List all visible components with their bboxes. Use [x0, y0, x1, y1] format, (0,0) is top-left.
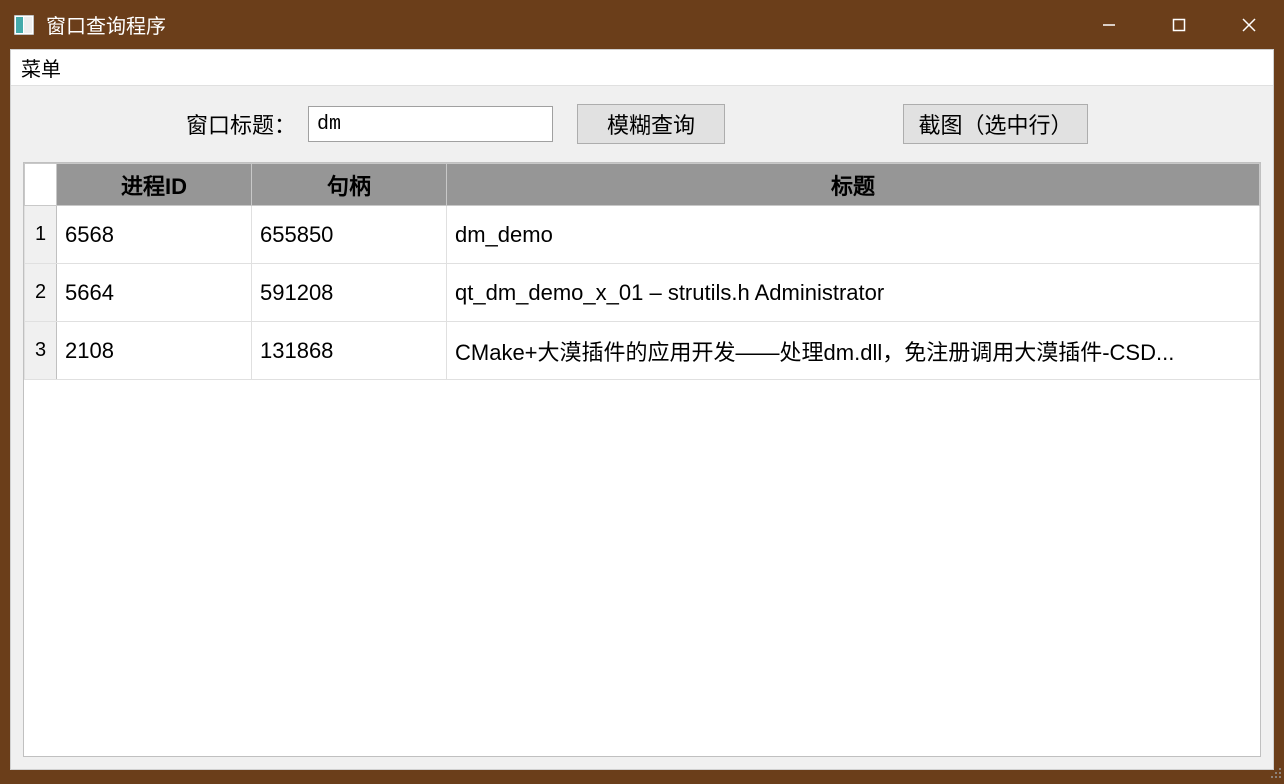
table-corner-cell — [25, 164, 57, 206]
results-table-container: 进程ID 句柄 标题 1 6568 655850 dm_demo 2 5664 … — [23, 162, 1261, 757]
cell-handle[interactable]: 131868 — [252, 322, 447, 380]
screenshot-button[interactable]: 截图（选中行） — [903, 104, 1088, 144]
toolbar: 窗口标题： 模糊查询 截图（选中行） — [11, 86, 1273, 162]
close-icon — [1241, 17, 1257, 33]
window-title: 窗口查询程序 — [46, 10, 1074, 39]
table-row[interactable]: 3 2108 131868 CMake+大漠插件的应用开发——处理dm.dll，… — [25, 322, 1260, 380]
row-number: 3 — [25, 322, 57, 380]
window-body: 菜单 窗口标题： 模糊查询 截图（选中行） 进程ID 句柄 标题 — [10, 49, 1274, 770]
maximize-button[interactable] — [1144, 0, 1214, 49]
row-number: 2 — [25, 264, 57, 322]
close-button[interactable] — [1214, 0, 1284, 49]
cell-pid[interactable]: 5664 — [57, 264, 252, 322]
cell-title[interactable]: dm_demo — [447, 206, 1260, 264]
table-row[interactable]: 1 6568 655850 dm_demo — [25, 206, 1260, 264]
maximize-icon — [1172, 18, 1186, 32]
cell-title[interactable]: qt_dm_demo_x_01 – strutils.h Administrat… — [447, 264, 1260, 322]
menu-item-menu[interactable]: 菜单 — [11, 47, 71, 88]
app-icon — [12, 13, 36, 37]
menubar: 菜单 — [11, 50, 1273, 86]
window-controls — [1074, 0, 1284, 49]
table-header-handle[interactable]: 句柄 — [252, 164, 447, 206]
cell-pid[interactable]: 6568 — [57, 206, 252, 264]
resize-grip-icon[interactable] — [1270, 766, 1282, 778]
table-header-row: 进程ID 句柄 标题 — [25, 164, 1260, 206]
minimize-icon — [1102, 18, 1116, 32]
table-header-title[interactable]: 标题 — [447, 164, 1260, 206]
results-table: 进程ID 句柄 标题 1 6568 655850 dm_demo 2 5664 … — [24, 163, 1260, 380]
window-title-input[interactable] — [308, 106, 553, 142]
titlebar: 窗口查询程序 — [0, 0, 1284, 49]
row-number: 1 — [25, 206, 57, 264]
window-title-label: 窗口标题： — [186, 108, 296, 140]
fuzzy-query-button[interactable]: 模糊查询 — [577, 104, 725, 144]
cell-title[interactable]: CMake+大漠插件的应用开发——处理dm.dll，免注册调用大漠插件-CSD.… — [447, 322, 1260, 380]
cell-handle[interactable]: 591208 — [252, 264, 447, 322]
table-row[interactable]: 2 5664 591208 qt_dm_demo_x_01 – strutils… — [25, 264, 1260, 322]
minimize-button[interactable] — [1074, 0, 1144, 49]
table-header-pid[interactable]: 进程ID — [57, 164, 252, 206]
cell-pid[interactable]: 2108 — [57, 322, 252, 380]
cell-handle[interactable]: 655850 — [252, 206, 447, 264]
